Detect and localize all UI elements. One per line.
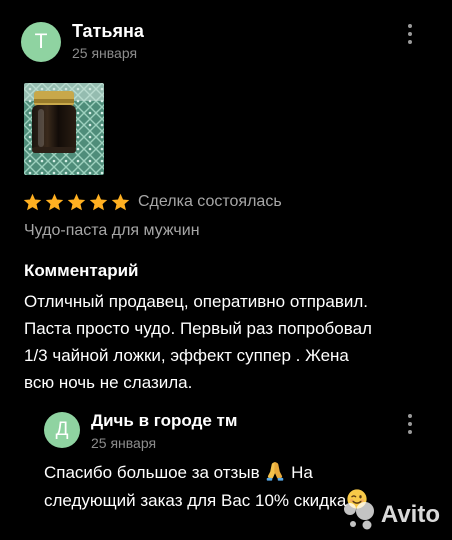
star-icon (89, 193, 108, 211)
star-icon (23, 193, 42, 211)
review-date: 25 января (72, 45, 138, 61)
star-icon (67, 193, 86, 211)
comment-line: Паста просто чудо. Первый раз попробовал (24, 319, 372, 338)
reply-line-1: Спасибо большое за отзыв На (44, 459, 444, 487)
avatar-initial: Т (34, 30, 48, 53)
comment-line: 1/3 чайной ложки, эффект суппер . Жена (24, 346, 349, 365)
star-icon (45, 193, 64, 211)
author-name[interactable]: Татьяна (72, 21, 144, 42)
comment-heading: Комментарий (24, 261, 139, 280)
product-title[interactable]: Чудо-паста для мужчин (24, 222, 200, 240)
reply-avatar[interactable]: Д (44, 412, 80, 448)
deal-status: Сделка состоялась (138, 193, 282, 210)
comment-line: Отличный продавец, оперативно отправил. (24, 292, 369, 311)
reply-line: следующий заказ для Вас 10% скидка (44, 491, 347, 510)
star-icon (111, 193, 130, 211)
comment-body: Отличный продавец, оперативно отправил. … (24, 288, 444, 396)
comment-line: всю ночь не слазила. (24, 373, 193, 392)
avatar[interactable]: Т (21, 22, 61, 62)
avito-logo-icon (343, 502, 374, 530)
watermark-text: Avito (380, 501, 440, 528)
reply-more-options-icon[interactable] (407, 414, 413, 434)
reply-date: 25 января (91, 435, 157, 451)
avatar-initial: Д (55, 419, 69, 440)
reply-line: На (291, 463, 313, 482)
review-card: Т Татьяна 25 января Сделка состоялась Чу… (0, 0, 452, 540)
review-photo[interactable] (24, 83, 104, 175)
rating-stars (22, 192, 131, 213)
reply-line: Спасибо большое за отзыв (44, 463, 260, 482)
folded-hands-emoji-icon (267, 462, 284, 481)
reply-author-name[interactable]: Дичь в городе тм (91, 411, 237, 431)
more-options-icon[interactable] (407, 24, 413, 44)
avito-watermark: Avito (342, 500, 440, 530)
